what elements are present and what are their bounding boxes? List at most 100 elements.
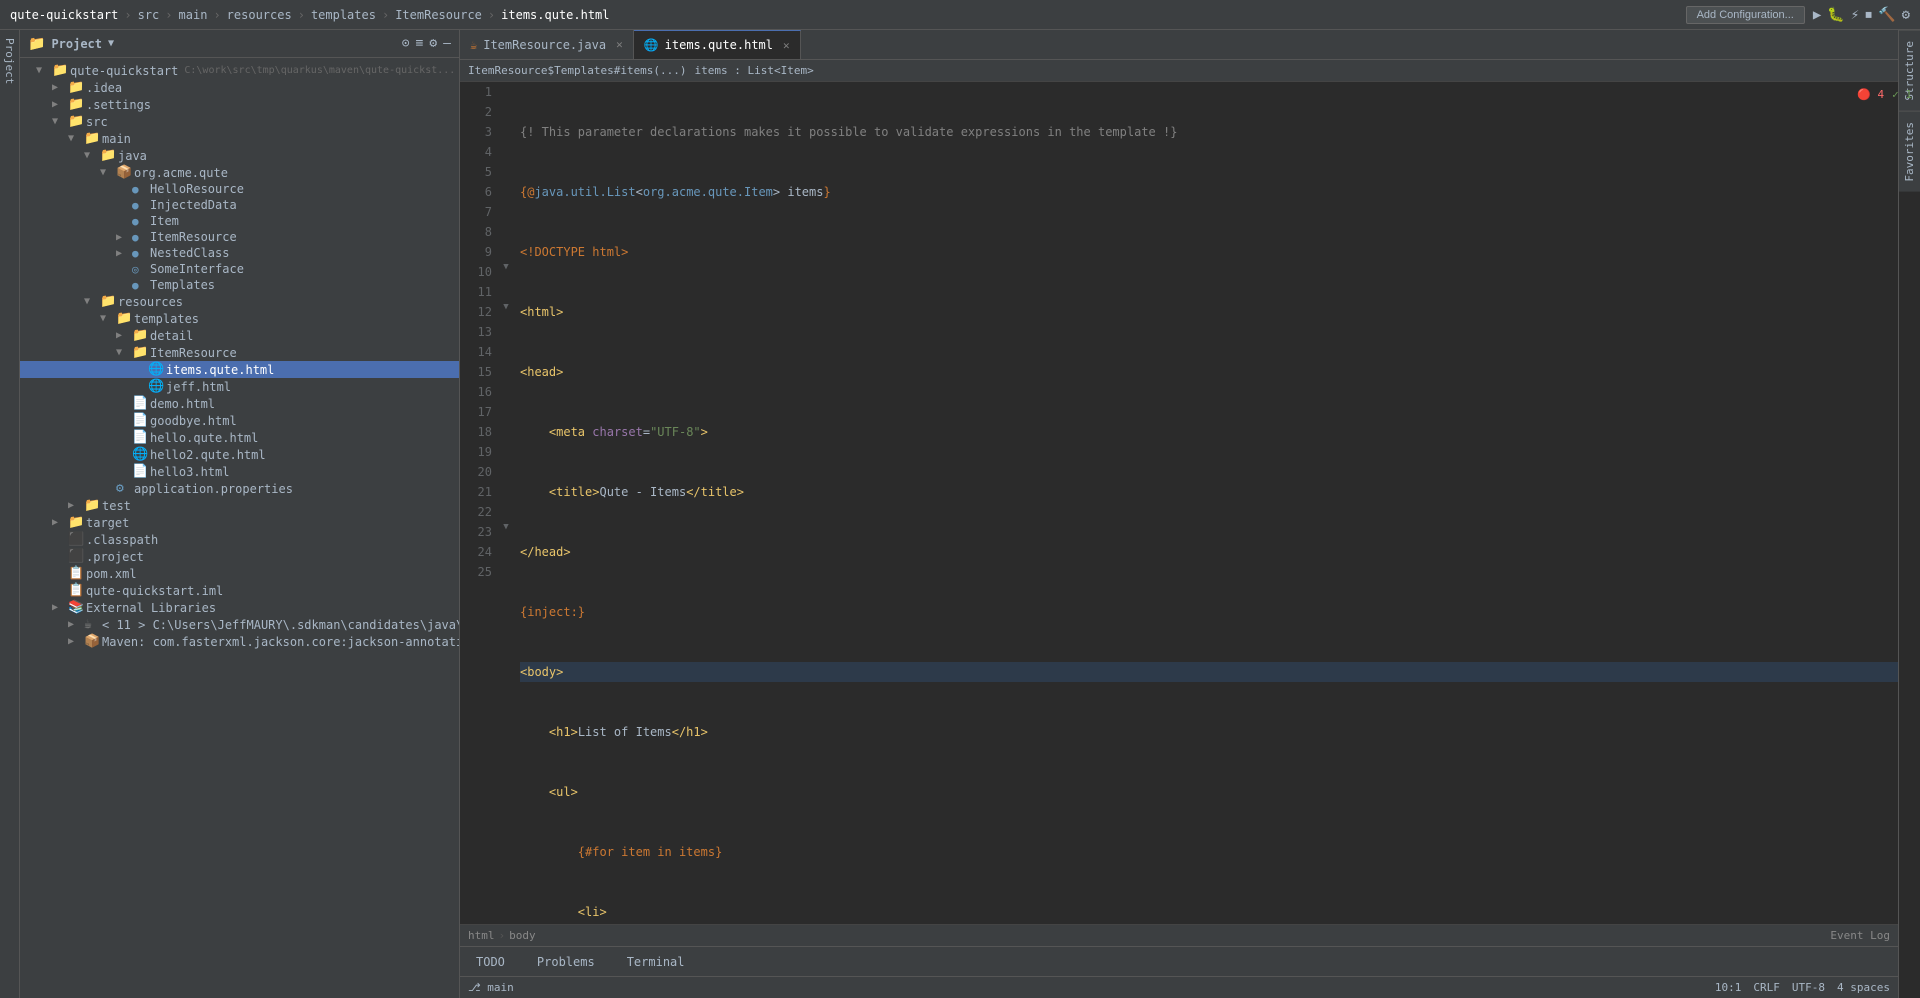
resources-folder[interactable]: ▼ 📁 resources [20,293,459,310]
jeff-html-file[interactable]: 🌐 jeff.html [20,378,459,395]
settings-icon[interactable]: ⚙ [1902,7,1910,23]
arrow-icon: ▼ [100,313,116,324]
hello3-html-file[interactable]: 📄 hello3.html [20,463,459,480]
arrow-icon: ▼ [100,167,116,178]
coverage-icon[interactable]: ⚡ [1851,7,1859,23]
settings-label: .settings [86,98,151,112]
breadcrumb-html: html [468,929,495,942]
status-bar: ⎇ main 10:1 CRLF UTF-8 4 spaces [460,976,1898,998]
classpath-file[interactable]: ⬛ .classpath [20,531,459,548]
tab-item-resource[interactable]: ☕ ItemResource.java ✕ [460,30,634,59]
target-folder[interactable]: ▶ 📁 target [20,514,459,531]
hello3-label: hello3.html [150,465,229,479]
run-icon[interactable]: ▶ [1813,7,1821,23]
main-folder[interactable]: ▼ 📁 main [20,130,459,147]
hello2-html-file[interactable]: 🌐 hello2.qute.html [20,446,459,463]
project-panel-label[interactable]: Project [0,30,20,998]
hello-resource-file[interactable]: ● HelloResource [20,181,459,197]
arrow-icon: ▶ [52,602,68,613]
event-log-link[interactable]: Event Log [1830,929,1890,942]
java-class-icon: ● [132,215,150,228]
html-file-icon: 🌐 [148,362,166,377]
templates-label: Templates [150,278,215,292]
idea-folder[interactable]: ▶ 📁 .idea [20,79,459,96]
breadcrumb-top: ItemResource$Templates#items(...) items … [460,60,1898,82]
gear-icon[interactable]: ⚙ [429,36,437,51]
html-file-icon: 📄 [132,430,150,445]
folder-icon: 📁 [28,36,45,52]
nested-class-file[interactable]: ▶ ● NestedClass [20,245,459,261]
external-libs-folder[interactable]: ▶ 📚 External Libraries [20,599,459,616]
code-line-7: <title>Qute - Items</title> [520,482,1898,502]
java-folder[interactable]: ▼ 📁 java [20,147,459,164]
demo-html-file[interactable]: 📄 demo.html [20,395,459,412]
toolbar-icons: ▶ 🐛 ⚡ ⏹ 🔨 ⚙ [1813,7,1910,23]
collapse-icon[interactable]: ≡ [416,36,424,51]
target-label: target [86,516,129,530]
code-line-5: <head> [520,362,1898,382]
test-folder-icon: 📁 [84,498,102,513]
items-qute-html-file[interactable]: 🌐 items.qute.html [20,361,459,378]
code-line-8: </head> [520,542,1898,562]
java-label: java [118,149,147,163]
app-properties-file[interactable]: ⚙ application.properties [20,480,459,497]
templates-file[interactable]: ● Templates [20,277,459,293]
injected-data-file[interactable]: ● InjectedData [20,197,459,213]
tab-close-icon[interactable]: ✕ [616,38,623,51]
title-active-file: items.qute.html [501,8,609,22]
arrow-icon: ▶ [116,248,132,259]
org-package[interactable]: ▼ 📦 org.acme.qute [20,164,459,181]
close-panel-icon[interactable]: — [443,36,451,51]
debug-icon[interactable]: 🐛 [1827,7,1844,23]
code-content[interactable]: {! This parameter declarations makes it … [512,82,1898,924]
item-resource-file[interactable]: ▶ ● ItemResource [20,229,459,245]
todo-tab[interactable]: TODO [468,951,513,973]
html-file-icon: 📄 [132,396,150,411]
tab-close-icon[interactable]: ✕ [783,39,790,52]
test-folder[interactable]: ▶ 📁 test [20,497,459,514]
title-project: qute-quickstart [10,8,118,22]
templates-dir[interactable]: ▼ 📁 templates [20,310,459,327]
tab-bar: ☕ ItemResource.java ✕ 🌐 items.qute.html … [460,30,1898,60]
project-dropdown-icon[interactable]: ▼ [108,38,114,49]
terminal-tab[interactable]: Terminal [619,951,693,973]
arrow-icon: ▶ [52,517,68,528]
project-header-icons: ⊙ ≡ ⚙ — [402,36,451,51]
tree-root[interactable]: ▼ 📁 qute-quickstart C:\work\src\tmp\quar… [20,62,459,79]
java-class-icon: ● [132,199,150,212]
java-class-icon: ● [132,279,150,292]
line-ending: CRLF [1753,981,1780,994]
detail-folder[interactable]: ▶ 📁 detail [20,327,459,344]
problems-tab[interactable]: Problems [529,951,603,973]
java-sdk-item[interactable]: ▶ ☕ < 11 > C:\Users\JeffMAURY\.sdkman\ca… [20,616,459,633]
maven-jackson-item[interactable]: ▶ 📦 Maven: com.fasterxml.jackson.core:ja… [20,633,459,650]
item-resource-dir[interactable]: ▼ 📁 ItemResource [20,344,459,361]
iml-file[interactable]: 📋 qute-quickstart.iml [20,582,459,599]
project-file[interactable]: ⬛ .project [20,548,459,565]
src-folder[interactable]: ▼ 📁 src [20,113,459,130]
locate-icon[interactable]: ⊙ [402,36,410,51]
code-line-14: <li> [520,902,1898,922]
ext-libs-label: External Libraries [86,601,216,615]
item-resource-folder-icon: 📁 [132,345,150,360]
arrow-icon: ▶ [116,330,132,341]
code-line-4: <html> [520,302,1898,322]
favorites-panel[interactable]: Favorites [1899,111,1920,192]
pom-xml-file[interactable]: 📋 pom.xml [20,565,459,582]
goodbye-html-file[interactable]: 📄 goodbye.html [20,412,459,429]
build-icon[interactable]: 🔨 [1878,7,1895,23]
some-interface-file[interactable]: ◎ SomeInterface [20,261,459,277]
nested-label: NestedClass [150,246,229,260]
stop-icon[interactable]: ⏹ [1865,7,1872,23]
editor-area: ☕ ItemResource.java ✕ 🌐 items.qute.html … [460,30,1898,998]
item-file[interactable]: ● Item [20,213,459,229]
run-config-button[interactable]: Add Configuration... [1686,6,1805,24]
iml-icon: 📋 [68,583,86,598]
settings-folder[interactable]: ▶ 📁 .settings [20,96,459,113]
tab-items-qute[interactable]: 🌐 items.qute.html ✕ [634,30,801,59]
code-editor[interactable]: 12345 678910 1112131415 1617181920 21222… [460,82,1898,924]
pom-label: pom.xml [86,567,137,581]
item-resource-label: ItemResource [150,230,237,244]
hello-html-file[interactable]: 📄 hello.qute.html [20,429,459,446]
sdk-icon: ☕ [84,617,102,632]
